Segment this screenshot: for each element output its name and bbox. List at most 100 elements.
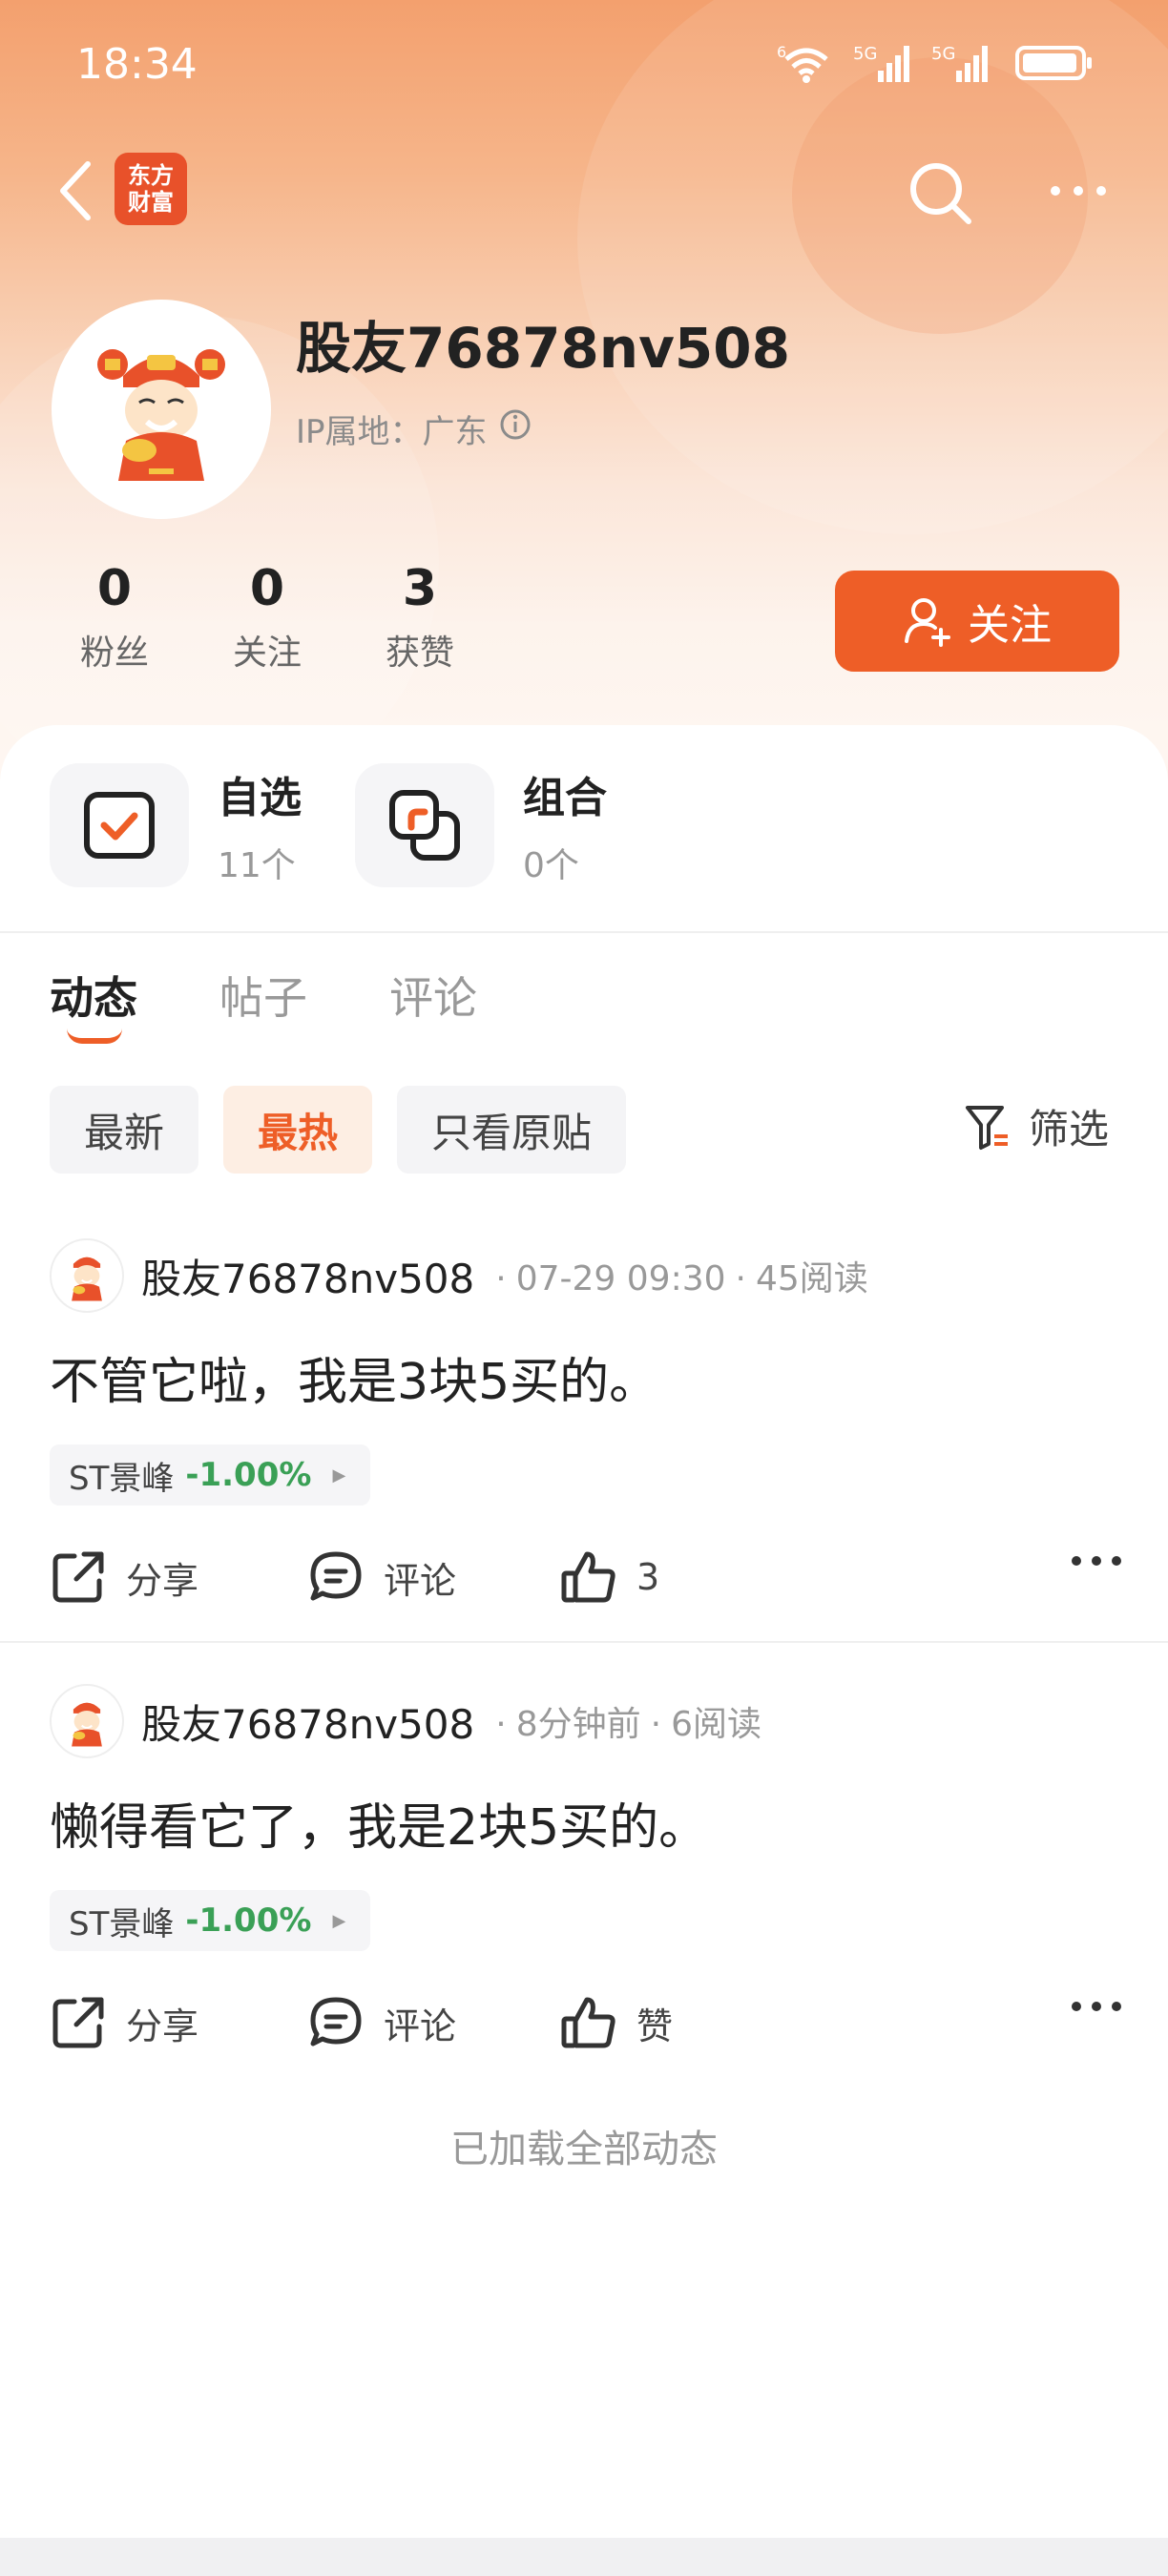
comment-button[interactable]: 评论 (307, 1534, 456, 1620)
share-button[interactable]: 分享 (50, 1534, 198, 1620)
search-icon (910, 163, 971, 224)
comment-button[interactable]: 评论 (307, 1980, 456, 2066)
share-icon (52, 1997, 104, 2048)
post-time: 8分钟前 (515, 1705, 641, 1744)
status-bar: 18:34 6 5G 5G (0, 0, 1168, 134)
post-reads: 6阅读 (671, 1705, 761, 1744)
divider (0, 931, 1168, 933)
post-header: 股友76878nv508 · 8分钟前 · 6阅读 (50, 1684, 761, 1758)
thumbs-up-icon (561, 1551, 615, 1603)
author-avatar[interactable] (50, 1684, 124, 1758)
share-label: 分享 (126, 1559, 199, 1602)
comment-label: 评论 (384, 1559, 457, 1602)
tab-activity[interactable]: 动态 (50, 964, 137, 1049)
post-author[interactable]: 股友76878nv508 (141, 1247, 474, 1305)
stat-value: 0 (249, 560, 285, 617)
more-dots-icon (1072, 2002, 1121, 2011)
add-user-icon (905, 598, 950, 647)
stat-value: 0 (96, 560, 133, 617)
stock-name: ST景峰 (69, 1904, 175, 1943)
ip-location-row: IP属地：广东 (296, 405, 532, 452)
chip-latest[interactable]: 最新 (50, 1086, 199, 1174)
portfolio-icon (355, 763, 494, 887)
filter-icon (966, 1105, 1008, 1150)
share-label: 分享 (126, 2005, 199, 2047)
watchlist-entry[interactable]: 自选 11个 (50, 763, 307, 887)
stock-tag[interactable]: ST景峰 -1.00% ▶ (50, 1890, 371, 1951)
more-dots-icon (1072, 1556, 1121, 1566)
tab-comments[interactable]: 评论 (389, 964, 477, 1049)
signal-icon: 5G (853, 42, 914, 88)
svg-text:5G: 5G (931, 44, 955, 64)
stat-value: 3 (402, 560, 438, 617)
battery-icon (1015, 42, 1095, 88)
god-of-wealth-avatar-icon (97, 349, 225, 481)
profile-stats: 0 粉丝 0 关注 3 获赞 (38, 558, 496, 675)
back-button[interactable] (46, 153, 103, 229)
active-tab-indicator (67, 1028, 122, 1044)
follow-button[interactable]: 关注 (835, 571, 1119, 672)
post-actions: 分享 评论 赞 (50, 1980, 1122, 2066)
like-button[interactable]: 3 (560, 1534, 659, 1620)
logo-text: 财富 (128, 189, 174, 216)
stat-following[interactable]: 0 关注 (191, 558, 344, 675)
post-text[interactable]: 懒得看它了，我是2块5买的。 (50, 1787, 708, 1859)
status-time: 18:34 (76, 40, 198, 89)
svg-text:6: 6 (777, 43, 786, 61)
logo-text: 东方 (128, 162, 174, 189)
back-arrow-icon (60, 161, 91, 220)
portfolio-entry[interactable]: 组合 0个 (355, 763, 613, 887)
stock-change: -1.00% (185, 1456, 312, 1494)
share-icon (52, 1551, 104, 1603)
tab-posts[interactable]: 帖子 (219, 964, 307, 1049)
search-button[interactable] (902, 155, 978, 231)
chip-hottest[interactable]: 最热 (223, 1086, 373, 1174)
post-actions: 分享 评论 3 (50, 1534, 1122, 1620)
stat-label: 获赞 (385, 634, 454, 673)
info-icon[interactable] (499, 408, 532, 449)
bottom-bar (0, 2538, 1168, 2576)
share-button[interactable]: 分享 (50, 1980, 198, 2066)
more-dots-icon (1051, 186, 1106, 196)
thumbs-up-icon (561, 1997, 615, 2048)
post-more-button[interactable] (1071, 1553, 1122, 1571)
ip-location-text: IP属地：广东 (296, 413, 488, 451)
post-author[interactable]: 股友76878nv508 (141, 1693, 474, 1751)
portfolio-count: 0个 (523, 846, 579, 885)
username: 股友76878nv508 (296, 316, 790, 381)
content-tabs: 动态 帖子 评论 (50, 964, 477, 1049)
stock-tag[interactable]: ST景峰 -1.00% ▶ (50, 1444, 371, 1506)
content-card: 自选 11个 组合 0个 动态 帖子 评论 最新 最热 只看原贴 筛选 股友76… (0, 725, 1168, 2576)
user-avatar[interactable] (52, 300, 271, 519)
more-button[interactable] (1040, 162, 1116, 219)
sort-chips: 最新 最热 只看原贴 (50, 1086, 627, 1174)
post-reads: 45阅读 (755, 1259, 868, 1298)
svg-text:5G: 5G (853, 44, 877, 64)
tab-label: 评论 (389, 972, 477, 1024)
post-more-button[interactable] (1071, 1999, 1122, 2017)
watchlist-icon (50, 763, 189, 887)
all-loaded-text: 已加载全部动态 (450, 2128, 718, 2171)
like-count: 3 (636, 1556, 660, 1598)
quick-entries: 自选 11个 组合 0个 (50, 763, 613, 887)
post-text[interactable]: 不管它啦，我是3块5买的。 (50, 1341, 658, 1413)
filter-button[interactable]: 筛选 (964, 1097, 1109, 1155)
stock-name: ST景峰 (69, 1459, 175, 1498)
stat-label: 关注 (232, 634, 302, 673)
app-logo[interactable]: 东方 财富 (115, 153, 187, 225)
stat-fans[interactable]: 0 粉丝 (38, 558, 191, 675)
stat-label: 粉丝 (79, 634, 149, 673)
post-header: 股友76878nv508 · 07-29 09:30 · 45阅读 (50, 1238, 868, 1313)
wifi-icon: 6 (777, 42, 836, 88)
stock-change: -1.00% (185, 1901, 312, 1940)
caret-right-icon: ▶ (332, 1465, 346, 1485)
watchlist-title: 自选 (218, 774, 302, 822)
filter-label: 筛选 (1029, 1106, 1110, 1153)
god-of-wealth-avatar-icon (72, 1257, 102, 1301)
like-label: 赞 (636, 2005, 674, 2047)
author-avatar[interactable] (50, 1238, 124, 1313)
stat-likes[interactable]: 3 获赞 (344, 558, 496, 675)
chip-original-only[interactable]: 只看原贴 (397, 1086, 627, 1174)
like-button[interactable]: 赞 (560, 1980, 673, 2066)
post-meta: · 07-29 09:30 · 45阅读 (495, 1259, 868, 1298)
